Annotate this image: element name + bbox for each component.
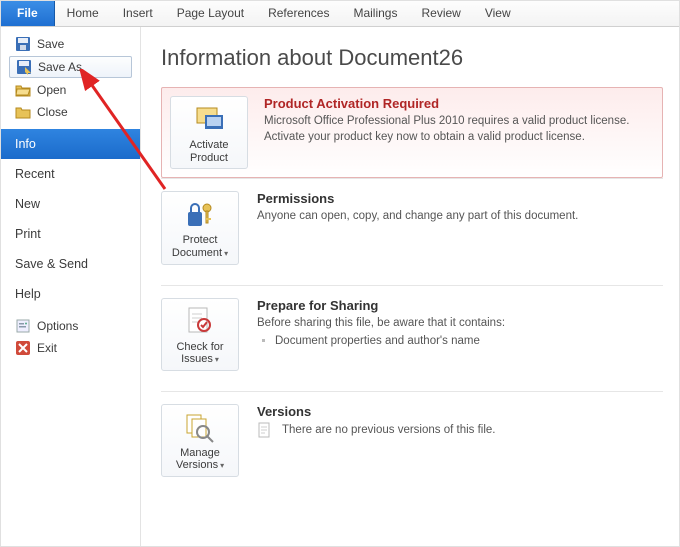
- nav-info[interactable]: Info: [1, 129, 140, 159]
- options-icon: [15, 318, 31, 334]
- inspect-icon: [184, 305, 216, 337]
- activate-icon: [193, 103, 225, 135]
- prepare-list: Document properties and author's name: [257, 335, 663, 347]
- nav-open-label: Open: [37, 83, 66, 97]
- chevron-down-icon: ▾: [220, 461, 224, 470]
- versions-title: Versions: [257, 404, 663, 419]
- section-prepare: Check for Issues▾ Prepare for Sharing Be…: [161, 285, 663, 391]
- check-for-issues-button[interactable]: Check for Issues▾: [161, 298, 239, 371]
- ribbon-tabs: File Home Insert Page Layout References …: [1, 1, 679, 27]
- versions-text: There are no previous versions of this f…: [282, 424, 496, 436]
- versions-body-line: There are no previous versions of this f…: [257, 422, 663, 439]
- nav-recent-label: Recent: [15, 167, 55, 181]
- activation-body: Microsoft Office Professional Plus 2010 …: [264, 114, 654, 145]
- nav-options[interactable]: Options: [1, 315, 140, 337]
- protect-document-button[interactable]: Protect Document▾: [161, 191, 239, 264]
- nav-save-send-label: Save & Send: [15, 257, 88, 271]
- document-icon: [257, 422, 273, 438]
- nav-print-label: Print: [15, 227, 41, 241]
- page-title: Information about Document26: [161, 45, 663, 71]
- permissions-title: Permissions: [257, 191, 663, 206]
- section-versions: Manage Versions▾ Versions There are no p…: [161, 391, 663, 497]
- chevron-down-icon: ▾: [224, 249, 228, 258]
- nav-new[interactable]: New: [1, 189, 140, 219]
- nav-save-as[interactable]: Save As: [9, 56, 132, 78]
- activate-product-label: Activate Product: [189, 139, 228, 164]
- tab-view[interactable]: View: [473, 1, 523, 26]
- manage-versions-label: Manage Versions: [176, 447, 220, 472]
- section-permissions: Protect Document▾ Permissions Anyone can…: [161, 178, 663, 284]
- nav-options-label: Options: [37, 319, 78, 333]
- nav-exit[interactable]: Exit: [1, 337, 140, 359]
- activation-title: Product Activation Required: [264, 96, 654, 111]
- nav-close[interactable]: Close: [1, 101, 140, 123]
- exit-icon: [15, 340, 31, 356]
- tab-mailings[interactable]: Mailings: [341, 1, 409, 26]
- nav-save-as-label: Save As: [38, 60, 82, 74]
- protect-document-label: Protect Document: [172, 234, 222, 259]
- tab-file[interactable]: File: [1, 1, 55, 26]
- nav-recent[interactable]: Recent: [1, 159, 140, 189]
- tab-page-layout[interactable]: Page Layout: [165, 1, 256, 26]
- prepare-item-1: Document properties and author's name: [275, 335, 480, 347]
- nav-print[interactable]: Print: [1, 219, 140, 249]
- prepare-lead: Before sharing this file, be aware that …: [257, 316, 663, 332]
- nav-save-send[interactable]: Save & Send: [1, 249, 140, 279]
- lock-key-icon: [184, 198, 216, 230]
- nav-save[interactable]: Save: [1, 33, 140, 55]
- tab-insert[interactable]: Insert: [111, 1, 165, 26]
- activate-product-button[interactable]: Activate Product: [170, 96, 248, 169]
- nav-help[interactable]: Help: [1, 279, 140, 309]
- tab-references[interactable]: References: [256, 1, 341, 26]
- prepare-title: Prepare for Sharing: [257, 298, 663, 313]
- backstage-main: Information about Document26 Activate Pr…: [141, 27, 679, 546]
- chevron-down-icon: ▾: [215, 355, 219, 364]
- section-activation: Activate Product Product Activation Requ…: [161, 87, 663, 178]
- backstage-nav: Save Save As Open Close Info Recent: [1, 27, 141, 546]
- save-icon: [15, 36, 31, 52]
- versions-icon: [184, 411, 216, 443]
- save-as-icon: [16, 59, 32, 75]
- tab-review[interactable]: Review: [409, 1, 472, 26]
- nav-info-label: Info: [15, 137, 36, 151]
- nav-help-label: Help: [15, 287, 41, 301]
- nav-new-label: New: [15, 197, 40, 211]
- word-backstage: File Home Insert Page Layout References …: [0, 0, 680, 547]
- permissions-body: Anyone can open, copy, and change any pa…: [257, 209, 663, 225]
- tab-home[interactable]: Home: [55, 1, 111, 26]
- folder-open-icon: [15, 82, 31, 98]
- nav-open[interactable]: Open: [1, 79, 140, 101]
- manage-versions-button[interactable]: Manage Versions▾: [161, 404, 239, 477]
- nav-exit-label: Exit: [37, 341, 57, 355]
- nav-close-label: Close: [37, 105, 68, 119]
- folder-close-icon: [15, 104, 31, 120]
- nav-save-label: Save: [37, 37, 64, 51]
